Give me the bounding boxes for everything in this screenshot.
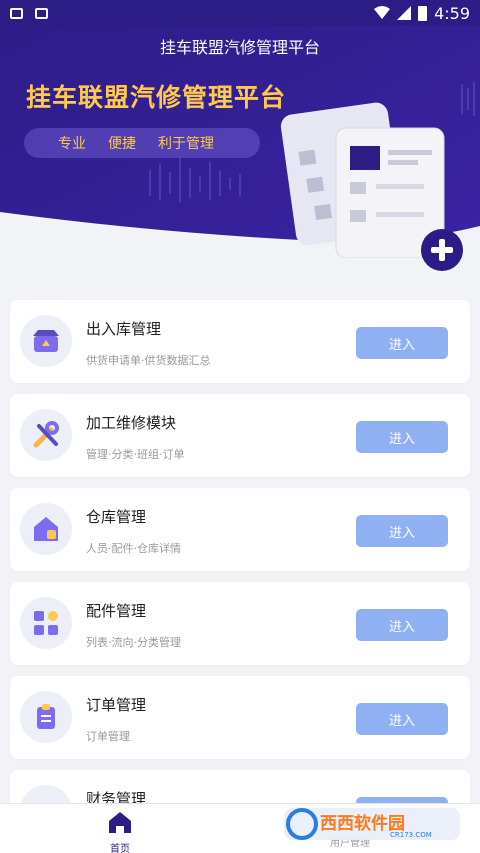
feature-tags: 专业 便捷 利于管理: [24, 128, 260, 158]
house-icon: [20, 503, 72, 555]
clipboard-icon: [20, 691, 72, 743]
module-subtitle: 人员·配件·仓库详情: [86, 542, 181, 555]
enter-button[interactable]: 进入: [356, 421, 448, 453]
module-title: 仓库管理: [86, 508, 147, 526]
font-notification-icon: [35, 7, 48, 19]
module-title: 配件管理: [86, 602, 147, 620]
home-icon: [109, 812, 131, 833]
enter-button[interactable]: 进入: [356, 327, 448, 359]
module-card-warehouse[interactable]: 仓库管理 人员·配件·仓库详情 进入: [10, 488, 470, 571]
module-card-inventory[interactable]: 出入库管理 供货申请单·供货数据汇总 进入: [10, 300, 470, 383]
wifi-icon: [374, 6, 391, 19]
box-icon: [20, 315, 72, 367]
header-banner: 挂车联盟汽修管理平台 挂车联盟汽修管理平台 专业 便捷 利于管理: [0, 0, 480, 258]
battery-icon: [418, 5, 428, 21]
module-title: 订单管理: [86, 696, 147, 714]
watermark-logo: 西西软件园 CR173.COM: [284, 808, 460, 840]
tag-professional: 专业: [58, 136, 86, 152]
module-list: 出入库管理 供货申请单·供货数据汇总 进入 加工维修模块 管理·分类·班组·订单…: [10, 300, 470, 853]
module-title: 出入库管理: [86, 320, 162, 338]
add-plus-icon[interactable]: [420, 228, 464, 272]
nav-home-label: 首页: [110, 844, 130, 853]
page-title: 挂车联盟汽修管理平台: [159, 38, 320, 57]
module-card-repair[interactable]: 加工维修模块 管理·分类·班组·订单 进入: [10, 394, 470, 477]
enter-button[interactable]: 进入: [356, 703, 448, 735]
signal-icon: [397, 6, 412, 20]
enter-button[interactable]: 进入: [356, 515, 448, 547]
module-card-orders[interactable]: 订单管理 订单管理 进入: [10, 676, 470, 759]
status-bar: 4:59: [0, 0, 480, 26]
module-card-parts[interactable]: 配件管理 列表·流向·分类管理 进入: [10, 582, 470, 665]
module-subtitle: 订单管理: [86, 730, 130, 743]
tools-icon: [20, 409, 72, 461]
image-notification-icon: [10, 7, 23, 19]
grid-icon: [20, 597, 72, 649]
module-subtitle: 列表·流向·分类管理: [86, 636, 181, 649]
status-time: 4:59: [434, 3, 470, 23]
enter-button[interactable]: 进入: [356, 609, 448, 641]
tag-convenient: 便捷: [108, 136, 136, 152]
module-subtitle: 管理·分类·班组·订单: [86, 448, 185, 461]
module-title: 加工维修模块: [86, 414, 177, 432]
tag-easy-management: 利于管理: [158, 136, 214, 152]
banner-title: 挂车联盟汽修管理平台: [26, 83, 287, 112]
nav-home[interactable]: 首页: [96, 810, 144, 853]
watermark-sub: CR173.COM: [390, 831, 432, 839]
module-subtitle: 供货申请单·供货数据汇总: [86, 354, 211, 367]
